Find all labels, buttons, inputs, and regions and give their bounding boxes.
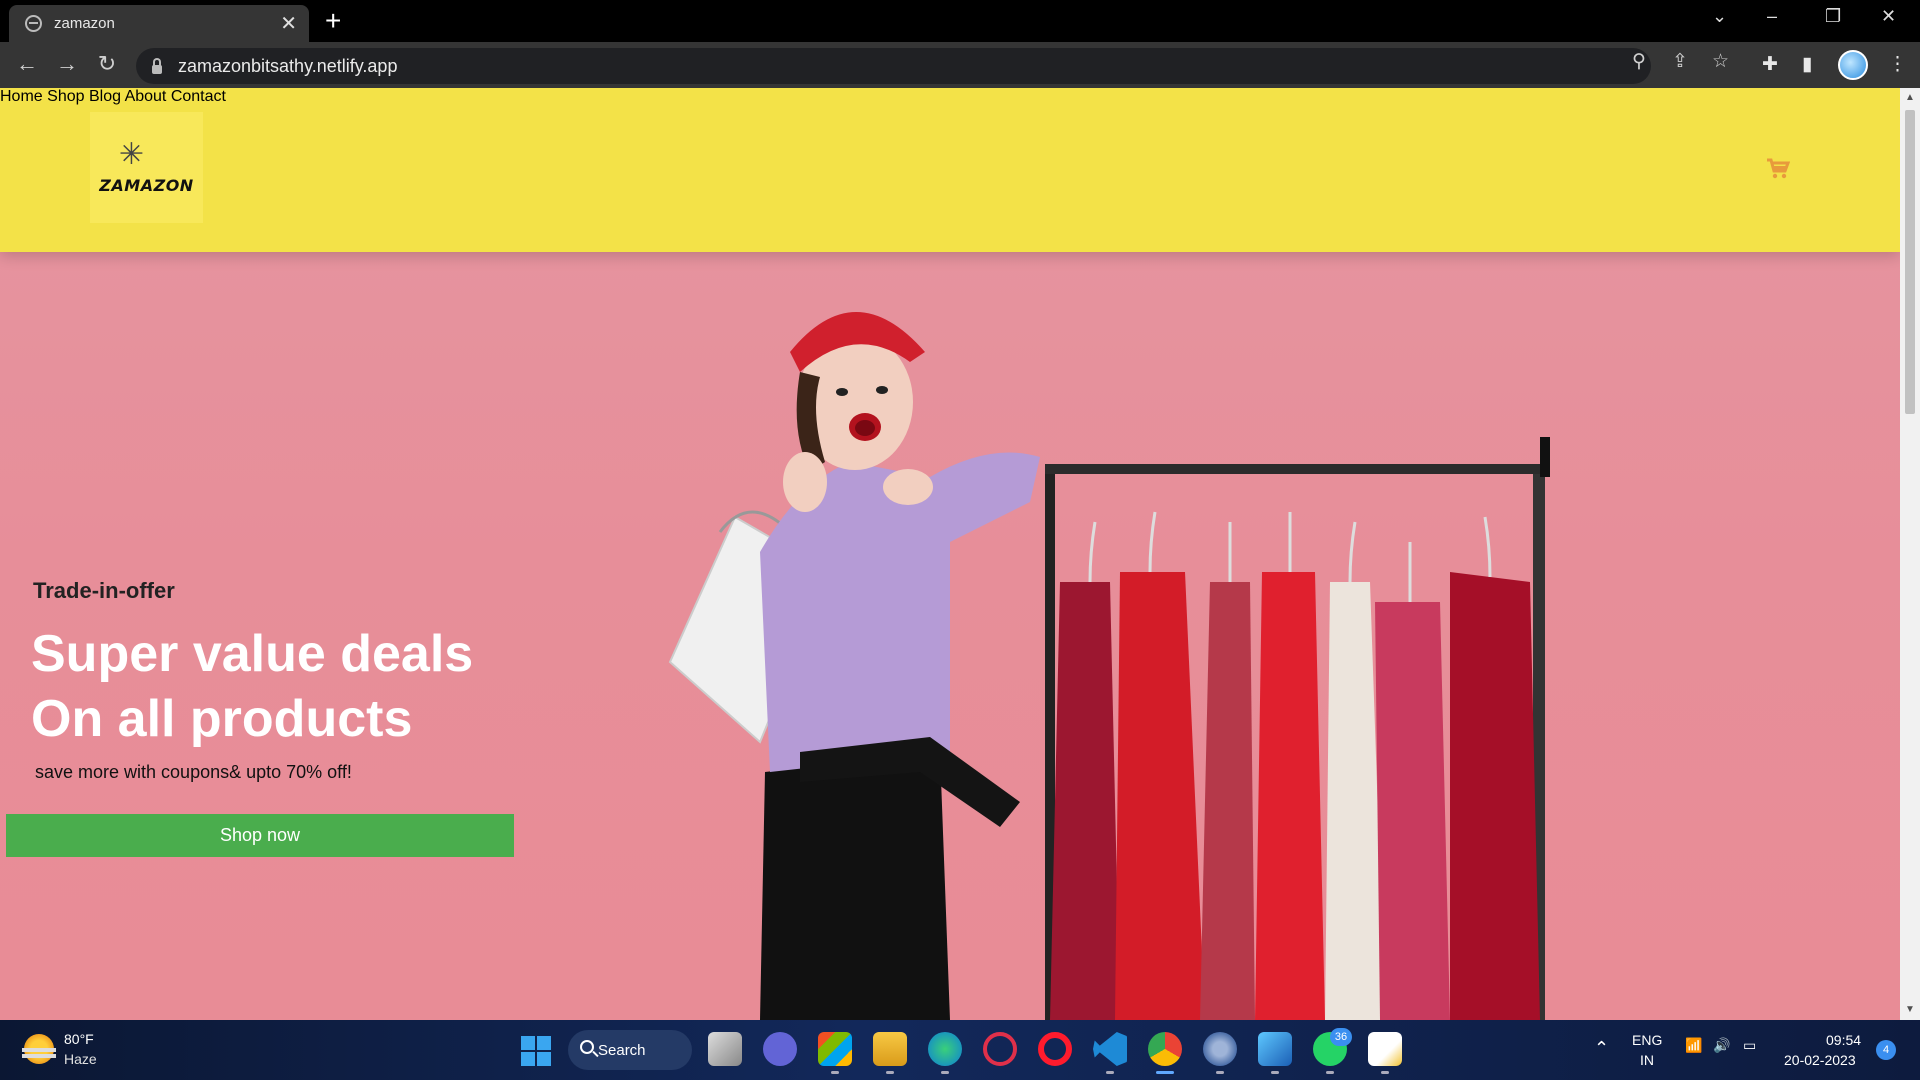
notepad-icon[interactable] — [1368, 1032, 1402, 1066]
bookmark-star-icon[interactable]: ☆ — [1712, 51, 1729, 73]
browser-tab[interactable]: zamazon ✕ — [9, 5, 309, 42]
vscode-running-indicator — [1106, 1071, 1114, 1074]
extensions-icon[interactable]: ✚ — [1762, 54, 1778, 76]
explorer-running-indicator — [886, 1071, 894, 1074]
globe-icon — [25, 15, 42, 32]
browser-toolbar: ← → ↻ zamazonbitsathy.netlify.app ⚲ ⇪ ☆ … — [0, 42, 1920, 88]
wifi-icon[interactable]: 📶 — [1685, 1037, 1702, 1054]
scroll-thumb[interactable] — [1905, 110, 1915, 414]
volume-icon[interactable]: 🔊 — [1713, 1037, 1730, 1054]
hero-kicker: Trade-in-offer — [33, 578, 175, 603]
vscode-icon[interactable] — [1093, 1032, 1127, 1066]
opera-icon[interactable] — [1038, 1032, 1072, 1066]
hero-headline: Super value deals On all products — [31, 622, 473, 752]
language-line2[interactable]: IN — [1640, 1052, 1654, 1068]
weather-temp: 80°F — [64, 1031, 94, 1047]
clock-date[interactable]: 20-02-2023 — [1784, 1052, 1856, 1068]
search-label: Search — [598, 1041, 646, 1059]
close-window-icon[interactable]: ✕ — [1881, 6, 1896, 27]
weather-condition: Haze — [64, 1051, 97, 1067]
menu-icon[interactable]: ⋮ — [1888, 54, 1907, 76]
profile-avatar[interactable] — [1838, 50, 1868, 80]
photos-running-indicator — [1271, 1071, 1279, 1074]
page-viewport: ✳ ZAMAZON Home Shop Blog About Contact T… — [0, 88, 1900, 1020]
edge-running-indicator — [941, 1071, 949, 1074]
site-header: ✳ ZAMAZON Home Shop Blog About Contact — [0, 88, 1900, 252]
nav-home[interactable]: Home — [0, 88, 43, 105]
hero-image — [668, 312, 1550, 1020]
main-nav: Home Shop Blog About Contact — [0, 88, 1900, 106]
hero-section: Trade-in-offer Super value deals On all … — [0, 252, 1900, 1020]
hero-headline-line1: Super value deals — [31, 625, 474, 683]
zoom-icon[interactable]: ⚲ — [1632, 51, 1646, 73]
address-bar[interactable]: zamazonbitsathy.netlify.app — [136, 48, 1651, 84]
tab-title: zamazon — [54, 15, 115, 32]
clock-time[interactable]: 09:54 — [1826, 1032, 1861, 1048]
share-icon[interactable]: ⇪ — [1672, 51, 1688, 73]
photos-icon[interactable] — [1258, 1032, 1292, 1066]
file-explorer-icon[interactable] — [873, 1032, 907, 1066]
sparkle-icon: ✳ — [118, 138, 145, 171]
haze-weather-icon — [22, 1034, 56, 1064]
windows-taskbar: 80°F Haze Search 36 ⌃ ENG IN 📶 🔊 ▭ 09:54… — [0, 1020, 1920, 1080]
page-scrollbar[interactable]: ▲ ▼ — [1900, 88, 1920, 1020]
scroll-down-icon[interactable]: ▼ — [1905, 1004, 1915, 1015]
taskbar-search[interactable]: Search — [568, 1030, 692, 1070]
reload-icon[interactable]: ↻ — [92, 50, 122, 78]
shop-now-button[interactable]: Shop now — [6, 814, 514, 857]
cart-icon[interactable] — [1766, 158, 1791, 186]
notepad-running-indicator — [1381, 1071, 1389, 1074]
battery-icon[interactable]: ▭ — [1743, 1037, 1756, 1054]
close-tab-icon[interactable]: ✕ — [280, 14, 297, 34]
store-icon[interactable] — [818, 1032, 852, 1066]
opera-gx-icon[interactable] — [983, 1032, 1017, 1066]
whatsapp-running-indicator — [1326, 1071, 1334, 1074]
search-icon — [580, 1040, 594, 1054]
chevron-up-icon[interactable]: ⌃ — [1594, 1038, 1609, 1059]
nav-contact[interactable]: Contact — [171, 88, 226, 105]
tab-search-icon[interactable]: ⌄ — [1712, 6, 1727, 27]
minimize-icon[interactable]: – — [1767, 6, 1777, 27]
store-running-indicator — [831, 1071, 839, 1074]
back-icon[interactable]: ← — [12, 50, 42, 78]
hero-headline-line2: On all products — [31, 690, 413, 748]
url-text[interactable]: zamazonbitsathy.netlify.app — [178, 56, 397, 77]
teams-chat-icon[interactable] — [763, 1032, 797, 1066]
settings-icon[interactable] — [1203, 1032, 1237, 1066]
lock-icon[interactable] — [152, 57, 162, 74]
hero-subline: save more with coupons& upto 70% off! — [35, 762, 352, 782]
settings-running-indicator — [1216, 1071, 1224, 1074]
browser-tabstrip: zamazon ✕ + ⌄ – ❐ ✕ — [0, 0, 1920, 42]
forward-icon[interactable]: → — [52, 50, 82, 78]
restore-icon[interactable]: ❐ — [1825, 6, 1841, 27]
edge-icon[interactable] — [928, 1032, 962, 1066]
site-logo[interactable]: ✳ ZAMAZON — [90, 112, 203, 223]
logo-text: ZAMAZON — [99, 176, 194, 195]
notification-badge[interactable]: 4 — [1876, 1040, 1896, 1060]
task-view-icon[interactable] — [708, 1032, 742, 1066]
whatsapp-badge: 36 — [1330, 1028, 1352, 1046]
nav-blog[interactable]: Blog — [89, 88, 121, 105]
windows-start-icon[interactable] — [521, 1036, 551, 1066]
nav-about[interactable]: About — [125, 88, 167, 105]
language-line1[interactable]: ENG — [1632, 1032, 1662, 1048]
chrome-active-indicator — [1156, 1071, 1174, 1074]
new-tab-icon[interactable]: + — [325, 7, 341, 35]
nav-shop[interactable]: Shop — [47, 88, 84, 105]
scroll-up-icon[interactable]: ▲ — [1905, 92, 1915, 103]
chrome-icon[interactable] — [1148, 1032, 1182, 1066]
side-panel-icon[interactable]: ▮ — [1802, 54, 1812, 76]
